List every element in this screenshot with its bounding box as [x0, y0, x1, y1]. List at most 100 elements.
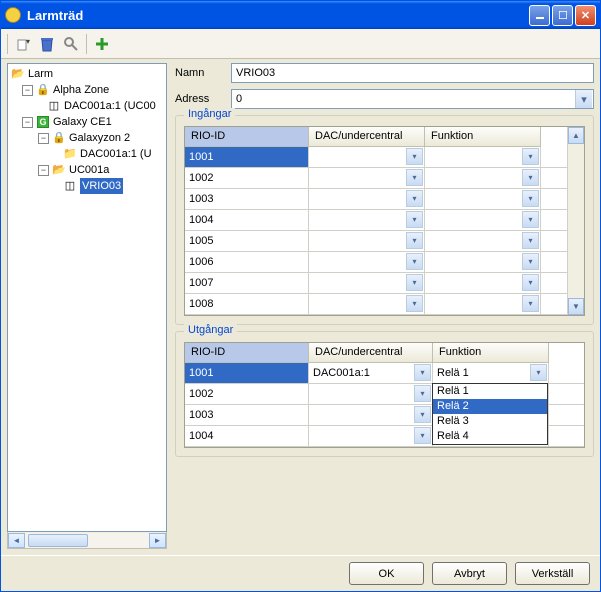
cell-dac[interactable]: ▾	[309, 294, 425, 314]
cell-funktion[interactable]: ▾	[425, 168, 541, 188]
table-row[interactable]: 1006▾▾	[185, 252, 567, 273]
cell-funktion[interactable]: Relä 1▾Relä 1Relä 2Relä 3Relä 4	[433, 363, 549, 383]
table-row[interactable]: 1002 ▾ ▾	[185, 168, 567, 189]
col-dac[interactable]: DAC/undercentral	[309, 343, 433, 363]
cell-funktion[interactable]: ▾	[425, 210, 541, 230]
tree-label[interactable]: UC001a	[69, 162, 109, 178]
collapse-toggle[interactable]: −	[22, 85, 33, 96]
collapse-toggle[interactable]: −	[38, 133, 49, 144]
cell-rio-id[interactable]: 1001	[185, 147, 309, 167]
minimize-button[interactable]	[529, 5, 550, 26]
cell-dac[interactable]: ▾	[309, 189, 425, 209]
tree-label[interactable]: Galaxyzon 2	[69, 130, 130, 146]
cell-rio-id[interactable]: 1007	[185, 273, 309, 293]
col-funktion[interactable]: Funktion	[425, 127, 541, 147]
add-icon[interactable]	[93, 35, 111, 53]
chevron-down-icon[interactable]: ▾	[522, 295, 539, 312]
tree-label[interactable]: Alpha Zone	[53, 82, 109, 98]
chevron-down-icon[interactable]: ▾	[522, 274, 539, 291]
cell-dac[interactable]: ▾	[309, 273, 425, 293]
cell-rio-id[interactable]: 1002	[185, 168, 309, 188]
col-funktion[interactable]: Funktion	[433, 343, 549, 363]
cell-dac[interactable]: ▾	[309, 252, 425, 272]
cell-dac[interactable]: ▾	[309, 426, 433, 446]
dropdown-option[interactable]: Relä 2	[433, 399, 547, 414]
name-input[interactable]	[231, 63, 594, 83]
chevron-down-icon[interactable]: ▾	[406, 169, 423, 186]
chevron-down-icon[interactable]: ▾	[406, 232, 423, 249]
chevron-down-icon[interactable]: ▾	[406, 148, 423, 165]
cell-funktion[interactable]: ▾	[425, 147, 541, 167]
scroll-left-button[interactable]: ◄	[8, 533, 25, 548]
col-rio-id[interactable]: RIO-ID	[185, 127, 309, 147]
cell-funktion[interactable]: ▾	[425, 273, 541, 293]
cell-dac[interactable]: ▾	[309, 168, 425, 188]
col-dac[interactable]: DAC/undercentral	[309, 127, 425, 147]
cell-dac[interactable]: DAC001a:1▾	[309, 363, 433, 383]
table-row[interactable]: 1005 ▾ ▾	[185, 231, 567, 252]
chevron-down-icon[interactable]: ▾	[414, 385, 431, 402]
collapse-toggle[interactable]: −	[38, 165, 49, 176]
table-row[interactable]: 1001 ▾ ▾	[185, 147, 567, 168]
cell-rio-id[interactable]: 1004	[185, 210, 309, 230]
cell-rio-id[interactable]: 1003	[185, 189, 309, 209]
scroll-right-button[interactable]: ►	[149, 533, 166, 548]
tree[interactable]: 📂Larm −🔒Alpha Zone ◫DAC001a:1 (UC00 −GGa…	[7, 63, 167, 532]
tree-scrollbar[interactable]: ◄ ►	[7, 532, 167, 549]
cell-funktion[interactable]: ▾	[425, 252, 541, 272]
address-select[interactable]: 0 ▾	[231, 89, 594, 109]
maximize-button[interactable]	[552, 5, 573, 26]
cell-funktion[interactable]: ▾	[425, 189, 541, 209]
ok-button[interactable]: OK	[349, 562, 424, 585]
cell-rio-id[interactable]: 1008	[185, 294, 309, 314]
cell-rio-id[interactable]: 1004	[185, 426, 309, 446]
scroll-track[interactable]	[25, 533, 149, 548]
cell-rio-id[interactable]: 1005	[185, 231, 309, 251]
chevron-down-icon[interactable]: ▾	[406, 295, 423, 312]
tree-label[interactable]: DAC001a:1 (UC00	[64, 98, 156, 114]
chevron-down-icon[interactable]: ▾	[414, 427, 431, 444]
cell-dac[interactable]: ▾	[309, 405, 433, 425]
tree-label[interactable]: Galaxy CE1	[53, 114, 112, 130]
collapse-toggle[interactable]: −	[22, 117, 33, 128]
grid-scrollbar[interactable]: ▲ ▼	[567, 127, 584, 315]
cell-rio-id[interactable]: 1003	[185, 405, 309, 425]
scroll-thumb[interactable]	[28, 534, 88, 547]
cell-dac[interactable]: ▾	[309, 147, 425, 167]
chevron-down-icon[interactable]: ▾	[406, 211, 423, 228]
cancel-button[interactable]: Avbryt	[432, 562, 507, 585]
chevron-down-icon[interactable]: ▾	[522, 253, 539, 270]
chevron-down-icon[interactable]: ▾	[522, 169, 539, 186]
tree-label-selected[interactable]: VRIO03	[80, 178, 123, 194]
search-icon[interactable]	[62, 35, 80, 53]
table-row[interactable]: 1008 ▾ ▾	[185, 294, 567, 315]
dropdown-option[interactable]: Relä 4	[433, 429, 547, 444]
chevron-down-icon[interactable]: ▾	[522, 148, 539, 165]
chevron-down-icon[interactable]: ▾	[522, 190, 539, 207]
table-row[interactable]: 1004 ▾ ▾	[185, 210, 567, 231]
dropdown-option[interactable]: Relä 1	[433, 384, 547, 399]
cell-dac[interactable]: ▾	[309, 384, 433, 404]
dropdown-option[interactable]: Relä 3	[433, 414, 547, 429]
chevron-down-icon[interactable]: ▾	[522, 211, 539, 228]
scroll-down-button[interactable]: ▼	[568, 298, 584, 315]
chevron-down-icon[interactable]: ▾	[414, 406, 431, 423]
chevron-down-icon[interactable]: ▾	[406, 253, 423, 270]
table-row[interactable]: 1001DAC001a:1▾Relä 1▾Relä 1Relä 2Relä 3R…	[185, 363, 584, 384]
funktion-dropdown[interactable]: Relä 1Relä 2Relä 3Relä 4	[432, 383, 548, 445]
cell-funktion[interactable]: ▾	[425, 294, 541, 314]
tree-label[interactable]: Larm	[28, 66, 53, 82]
chevron-down-icon[interactable]: ▾	[406, 274, 423, 291]
chevron-down-icon[interactable]: ▾	[414, 364, 431, 381]
apply-button[interactable]: Verkställ	[515, 562, 590, 585]
table-row[interactable]: 1007 ▾ ▾	[185, 273, 567, 294]
cell-dac[interactable]: ▾	[309, 231, 425, 251]
new-item-icon[interactable]: ▾	[14, 35, 32, 53]
chevron-down-icon[interactable]: ▾	[406, 190, 423, 207]
cell-rio-id[interactable]: 1001	[185, 363, 309, 383]
col-rio-id[interactable]: RIO-ID	[185, 343, 309, 363]
cell-dac[interactable]: ▾	[309, 210, 425, 230]
table-row[interactable]: 1003 ▾ ▾	[185, 189, 567, 210]
chevron-down-icon[interactable]: ▾	[530, 364, 547, 381]
chevron-down-icon[interactable]: ▾	[522, 232, 539, 249]
